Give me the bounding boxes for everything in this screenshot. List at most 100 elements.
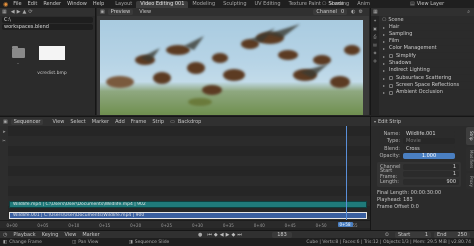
- playhead-line[interactable]: [345, 126, 347, 220]
- sequencer-mode-dropdown[interactable]: Sequencer: [10, 118, 44, 125]
- preview-mode-dropdown[interactable]: Preview: [107, 9, 134, 15]
- view-layer-tab-icon[interactable]: ▤: [373, 42, 377, 47]
- timeline-menu-view[interactable]: View: [61, 232, 79, 238]
- strip-name-field[interactable]: Wildlife.001: [403, 130, 455, 137]
- refresh-icon[interactable]: ⟳: [28, 9, 32, 15]
- opacity-slider[interactable]: 1.000: [403, 153, 455, 160]
- preview-range-icon[interactable]: ⏲: [385, 232, 389, 238]
- panel-color-management[interactable]: ▸ Color Management: [379, 44, 474, 52]
- tab-texture-paint[interactable]: Texture Paint: [285, 1, 325, 8]
- panel-hair[interactable]: ▸ Hair: [379, 23, 474, 30]
- ruler-tick-label: 0+10: [68, 223, 80, 228]
- tab-modeling[interactable]: Modeling: [188, 1, 219, 8]
- path-field[interactable]: C:\: [2, 17, 93, 23]
- menu-edit[interactable]: Edit: [25, 1, 41, 7]
- play-icon[interactable]: ▶: [226, 232, 230, 238]
- view-layer-selector[interactable]: View Layer: [417, 1, 444, 7]
- seq-menu-backdrop[interactable]: Backdrop: [175, 119, 205, 125]
- tab-video-editing[interactable]: Video Editing 001: [136, 0, 189, 8]
- tool-tab-icon[interactable]: ✦: [373, 18, 376, 23]
- world-tab-icon[interactable]: ◍: [373, 58, 377, 63]
- tab-layout[interactable]: Layout: [111, 1, 136, 8]
- overlay-icon[interactable]: ⚙: [359, 9, 363, 15]
- channel-display[interactable]: Channel 0: [313, 9, 348, 15]
- panel-shadows[interactable]: ▸ Shadows: [379, 59, 474, 66]
- panel-film[interactable]: ▸ Film: [379, 37, 474, 45]
- panel-ambient-occlusion[interactable]: ▸ Ambient Occlusion: [379, 88, 474, 96]
- current-frame-field[interactable]: 183: [272, 231, 292, 238]
- sequencer-editor-icon[interactable]: ▣: [3, 119, 8, 125]
- panel-sampling[interactable]: ▸ Sampling: [379, 30, 474, 37]
- scene-tab-icon[interactable]: ◈: [373, 50, 376, 55]
- side-tab-strip[interactable]: Strip: [466, 127, 474, 145]
- length-field[interactable]: 900: [403, 178, 459, 185]
- status-sequence-slide: Sequence Slide: [134, 239, 170, 245]
- ruler-tick-label: 0+30: [191, 223, 203, 228]
- next-key-icon[interactable]: ◆: [231, 232, 235, 238]
- movie-strip[interactable]: Wildlife.mp4 | C:\Users\User\Documents\W…: [9, 201, 367, 208]
- panel-collapse-icon[interactable]: ▾: [374, 119, 376, 124]
- timeline-menu-marker[interactable]: Marker: [79, 232, 102, 238]
- panel-indirect-lighting[interactable]: ▸ Indirect Lighting: [379, 66, 474, 74]
- panel-subsurface-scattering[interactable]: ▸ Subsurface Scattering: [379, 74, 474, 81]
- preview-view-menu[interactable]: View: [136, 9, 154, 15]
- ao-checkbox[interactable]: [389, 90, 393, 95]
- timeline-menu-playback[interactable]: Playback: [10, 232, 38, 238]
- record-icon[interactable]: ●: [198, 232, 202, 238]
- simplify-checkbox[interactable]: [389, 54, 393, 59]
- render-tab-icon[interactable]: ▣: [373, 26, 377, 31]
- menu-window[interactable]: Window: [64, 1, 90, 7]
- output-tab-icon[interactable]: ⎙: [373, 34, 376, 39]
- menu-help[interactable]: Help: [90, 1, 107, 7]
- side-tab-modifiers[interactable]: Modifiers: [466, 147, 474, 171]
- nav-parent-icon[interactable]: ▲: [22, 9, 26, 15]
- prev-key-icon[interactable]: ◆: [214, 232, 218, 238]
- nav-back-icon[interactable]: ◀: [11, 9, 15, 15]
- search-icon[interactable]: ⌕: [467, 9, 470, 15]
- tab-sculpting[interactable]: Sculpting: [219, 1, 250, 8]
- blender-logo-icon[interactable]: ◉: [3, 1, 8, 8]
- scene-selector[interactable]: Scene: [328, 1, 343, 7]
- start-frame-control[interactable]: Start 1: [395, 231, 431, 238]
- current-time-badge[interactable]: 0+58: [337, 222, 353, 227]
- blend-dropdown[interactable]: Cross: [403, 145, 455, 152]
- jump-end-icon[interactable]: ⏭: [237, 232, 242, 238]
- seq-menu-add[interactable]: Add: [112, 119, 128, 125]
- video-strip[interactable]: Wildlife.001 | C:\Users\User\Documents\W…: [9, 212, 367, 219]
- seq-menu-frame[interactable]: Frame: [128, 119, 150, 125]
- sequencer-channels[interactable]: ➤ ✂ Wildlife.mp4 | C:\Users\User\Documen…: [0, 126, 370, 220]
- time-ruler[interactable]: 0+00 0+05 0+10 0+15 0+20 0+25 0+30 0+35 0+40 0+45…: [0, 220, 370, 228]
- file-item-parent[interactable]: ..: [8, 46, 28, 74]
- tab-animation[interactable]: Anim: [353, 1, 374, 8]
- end-frame-control[interactable]: End 250: [434, 231, 470, 238]
- display-mode-icon[interactable]: ◐: [351, 9, 355, 15]
- ssr-checkbox[interactable]: [389, 83, 393, 88]
- panel-simplify[interactable]: ▸ Simplify: [379, 52, 474, 59]
- seq-menu-select[interactable]: Select: [67, 119, 88, 125]
- seq-menu-view[interactable]: View: [49, 119, 67, 125]
- file-item-image[interactable]: vcredist.bmp: [36, 46, 68, 78]
- channel-field[interactable]: 1: [403, 163, 459, 170]
- seq-menu-strip[interactable]: Strip: [149, 119, 167, 125]
- tab-uv-editing[interactable]: UV Editing: [251, 1, 285, 8]
- jump-start-icon[interactable]: ⏮: [207, 232, 212, 238]
- seq-menu-marker[interactable]: Marker: [89, 119, 112, 125]
- side-tab-proxy[interactable]: Proxy: [466, 173, 474, 189]
- filename-field[interactable]: workspaces.blend: [2, 24, 93, 30]
- properties-editor-icon[interactable]: ▦: [373, 9, 378, 15]
- file-browser-editor-icon[interactable]: ▦: [2, 9, 7, 15]
- play-reverse-icon[interactable]: ◀: [220, 232, 224, 238]
- select-tool-icon[interactable]: ➤: [2, 129, 5, 134]
- blade-tool-icon[interactable]: ✂: [2, 138, 5, 143]
- timeline-editor-icon[interactable]: ◷: [3, 232, 7, 238]
- timeline-menu-keying[interactable]: Keying: [39, 232, 62, 238]
- opacity-label: Opacity:: [379, 153, 400, 160]
- nav-forward-icon[interactable]: ▶: [17, 9, 21, 15]
- edit-strip-header[interactable]: Edit Strip: [378, 119, 401, 125]
- sequencer-editor-icon[interactable]: ▣: [100, 9, 105, 15]
- start-frame-field[interactable]: 1: [403, 171, 459, 178]
- subsurface-checkbox[interactable]: [389, 76, 393, 81]
- menu-render[interactable]: Render: [40, 1, 64, 7]
- menu-file[interactable]: File: [10, 1, 24, 7]
- panel-screen-space-reflections[interactable]: ▸ Screen Space Reflections: [379, 81, 474, 88]
